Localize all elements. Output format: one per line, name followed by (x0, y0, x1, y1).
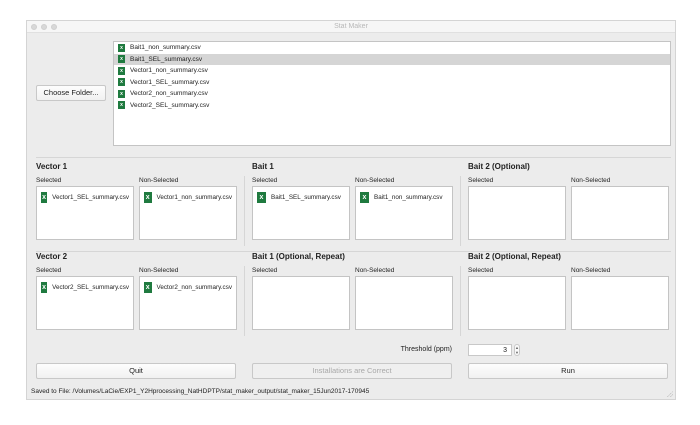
group-title-bait2: Bait 2 (Optional) (468, 162, 530, 171)
quit-button[interactable]: Quit (36, 363, 236, 379)
spreadsheet-icon: x (118, 101, 125, 110)
dropped-file[interactable]: x Vector1_SEL_summary.csv (37, 187, 133, 208)
minimize-button[interactable] (41, 24, 47, 30)
bait2r-non-selected-dropzone[interactable] (571, 276, 669, 330)
threshold-stepper[interactable]: ▲ ▼ (514, 344, 520, 356)
spreadsheet-icon: x (118, 55, 125, 64)
file-name: Bait1_non_summary.csv (374, 194, 443, 201)
spreadsheet-icon: x (41, 192, 48, 203)
bait1-non-selected-dropzone[interactable]: x Bait1_non_summary.csv (355, 186, 453, 240)
dropped-file[interactable]: x Vector1_non_summary.csv (140, 187, 236, 208)
app-window: Stat Maker Choose Folder... x Bait1_non_s… (26, 20, 676, 400)
file-name: Vector2_SEL_summary.csv (52, 284, 129, 291)
spreadsheet-icon: x (257, 192, 266, 203)
vector2-selected-dropzone[interactable]: x Vector2_SEL_summary.csv (36, 276, 134, 330)
group-title-bait1r: Bait 1 (Optional, Repeat) (252, 252, 345, 261)
dropped-file[interactable]: x Bait1_SEL_summary.csv (253, 187, 349, 208)
status-text: Saved to File: /Volumes/LaCie/EXP1_Y2Hpr… (31, 388, 370, 395)
group-title-vector1: Vector 1 (36, 162, 68, 171)
file-list-item[interactable]: x Bait1_non_summary.csv (114, 42, 670, 54)
non-selected-label: Non-Selected (355, 267, 395, 274)
bait2-selected-dropzone[interactable] (468, 186, 566, 240)
spreadsheet-icon: x (144, 192, 152, 203)
spreadsheet-icon: x (118, 78, 125, 87)
choose-folder-button[interactable]: Choose Folder... (36, 85, 106, 101)
selected-label: Selected (252, 267, 278, 274)
selected-label: Selected (252, 177, 278, 184)
spreadsheet-icon: x (118, 43, 125, 52)
dropped-file[interactable]: x Vector2_SEL_summary.csv (37, 277, 133, 298)
threshold-label: Threshold (ppm) (400, 346, 452, 353)
non-selected-label: Non-Selected (571, 177, 611, 184)
file-name: Vector2_non_summary.csv (156, 284, 232, 291)
bait2-non-selected-dropzone[interactable] (571, 186, 669, 240)
file-name: Vector1_non_summary.csv (156, 194, 232, 201)
selected-label: Selected (36, 267, 62, 274)
file-name: Bait1_SEL_summary.csv (271, 194, 341, 201)
file-name: Vector1_SEL_summary.csv (130, 78, 210, 86)
non-selected-label: Non-Selected (355, 177, 395, 184)
vector2-non-selected-dropzone[interactable]: x Vector2_non_summary.csv (139, 276, 237, 330)
installations-correct-button[interactable]: Installations are Correct (252, 363, 452, 379)
bait1r-selected-dropzone[interactable] (252, 276, 350, 330)
spreadsheet-icon: x (360, 192, 369, 203)
file-name: Vector1_SEL_summary.csv (52, 194, 129, 201)
resize-grip[interactable] (667, 391, 673, 397)
group-title-bait1: Bait 1 (252, 162, 274, 171)
bait1r-non-selected-dropzone[interactable] (355, 276, 453, 330)
non-selected-label: Non-Selected (571, 267, 611, 274)
file-list-item[interactable]: x Vector2_non_summary.csv (114, 88, 670, 100)
title-bar: Stat Maker (27, 21, 675, 33)
file-name: Bait1_SEL_summary.csv (130, 55, 203, 63)
bait1-selected-dropzone[interactable]: x Bait1_SEL_summary.csv (252, 186, 350, 240)
selected-label: Selected (36, 177, 62, 184)
spreadsheet-icon: x (118, 89, 125, 98)
file-name: Vector2_non_summary.csv (130, 90, 208, 97)
vector1-non-selected-dropzone[interactable]: x Vector1_non_summary.csv (139, 186, 237, 240)
non-selected-label: Non-Selected (139, 267, 179, 274)
run-button[interactable]: Run (468, 363, 668, 379)
group-title-bait2r: Bait 2 (Optional, Repeat) (468, 252, 561, 261)
file-list-item[interactable]: x Vector1_non_summary.csv (114, 65, 670, 77)
file-list-item[interactable]: x Vector1_SEL_summary.csv (114, 77, 670, 89)
spreadsheet-icon: x (144, 282, 152, 293)
dropped-file[interactable]: x Vector2_non_summary.csv (140, 277, 236, 298)
threshold-input[interactable]: 3 (468, 344, 512, 356)
window-title: Stat Maker (334, 23, 368, 30)
spreadsheet-icon: x (41, 282, 48, 293)
spreadsheet-icon: x (118, 66, 125, 75)
non-selected-label: Non-Selected (139, 177, 179, 184)
file-name: Vector1_non_summary.csv (130, 67, 208, 74)
divider (244, 176, 245, 246)
selected-label: Selected (468, 177, 494, 184)
file-list-item[interactable]: x Bait1_SEL_summary.csv (114, 53, 670, 65)
vector1-selected-dropzone[interactable]: x Vector1_SEL_summary.csv (36, 186, 134, 240)
divider (244, 266, 245, 336)
selected-label: Selected (468, 267, 494, 274)
divider (460, 176, 461, 246)
file-list-item[interactable]: x Vector2_SEL_summary.csv (114, 100, 670, 112)
bait2r-selected-dropzone[interactable] (468, 276, 566, 330)
group-title-vector2: Vector 2 (36, 252, 68, 261)
close-button[interactable] (31, 24, 37, 30)
divider (460, 266, 461, 336)
file-name: Vector2_SEL_summary.csv (130, 101, 210, 109)
file-name: Bait1_non_summary.csv (130, 44, 201, 51)
zoom-button[interactable] (51, 24, 57, 30)
file-list[interactable]: x Bait1_non_summary.csv x Bait1_SEL_summary… (113, 41, 671, 146)
dropped-file[interactable]: x Bait1_non_summary.csv (356, 187, 452, 208)
divider (36, 251, 671, 252)
divider (36, 157, 671, 158)
